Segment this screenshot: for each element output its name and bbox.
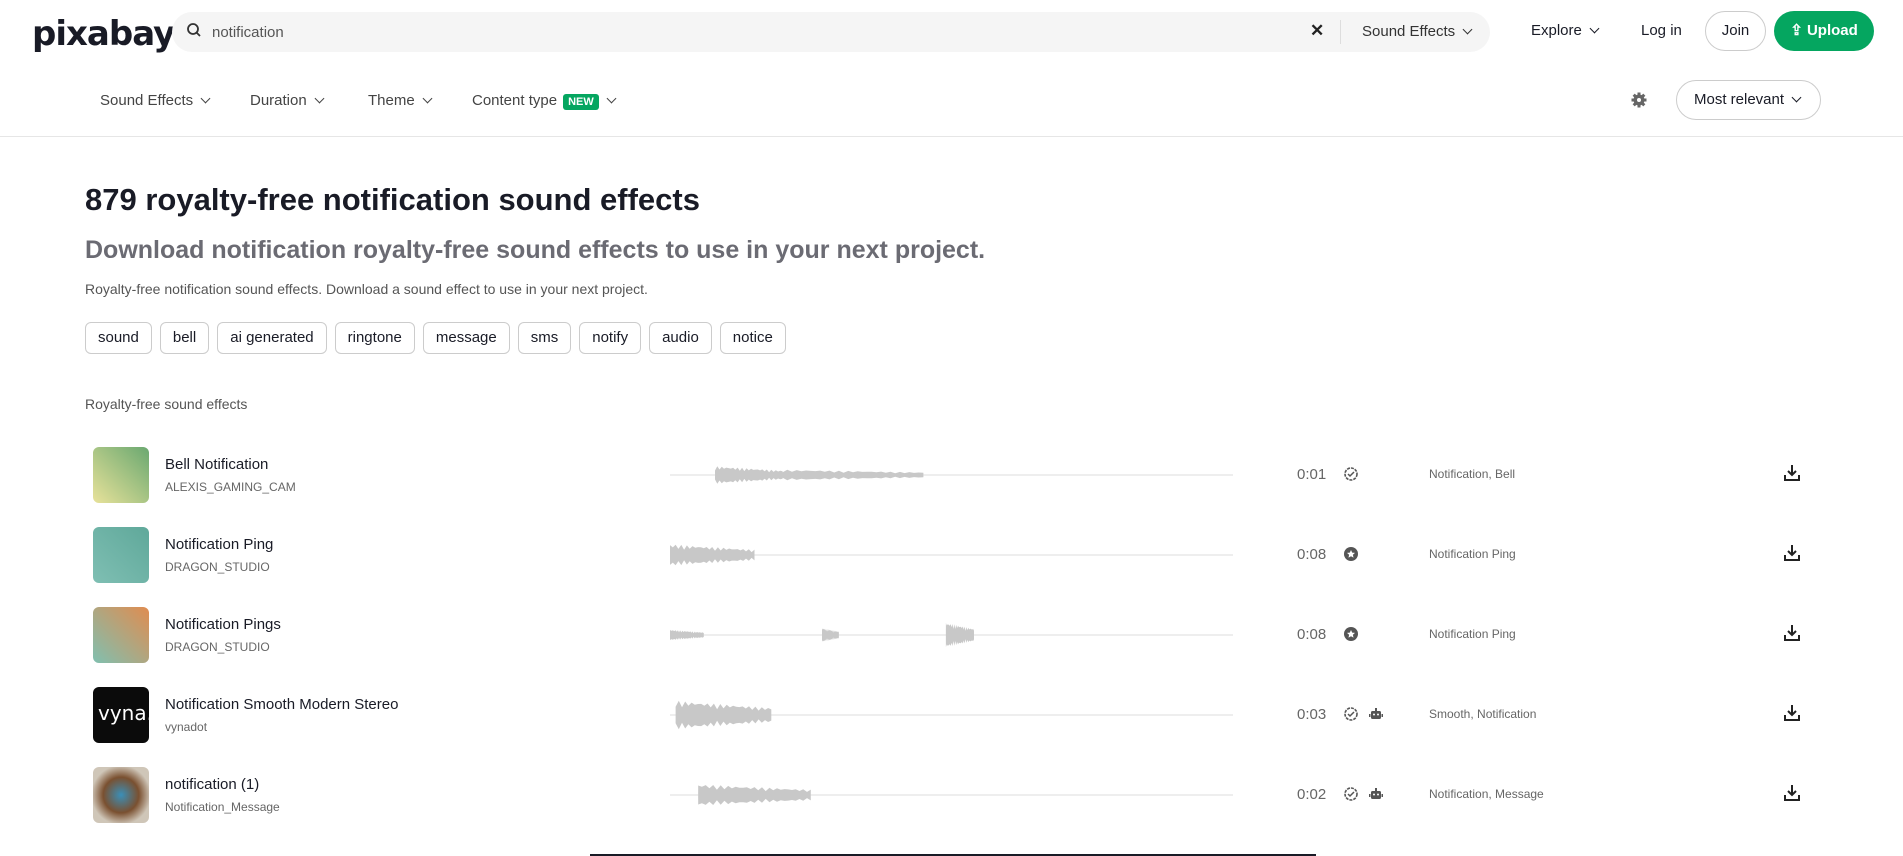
- filter-sound-effects[interactable]: Sound Effects: [100, 92, 211, 109]
- download-icon[interactable]: [1782, 623, 1802, 643]
- track-title[interactable]: Notification Smooth Modern Stereo: [165, 696, 398, 713]
- filter-duration[interactable]: Duration: [250, 92, 325, 109]
- chevron-down-icon: [1462, 24, 1473, 35]
- waveform[interactable]: [670, 615, 1233, 655]
- download-icon[interactable]: [1782, 543, 1802, 563]
- chevron-down-icon: [314, 93, 325, 104]
- page-subtitle: Download notification royalty-free sound…: [85, 236, 986, 264]
- search-bar: ✕ Sound Effects: [172, 12, 1490, 52]
- waveform[interactable]: [670, 455, 1233, 495]
- track-author[interactable]: DRAGON_STUDIO: [165, 560, 270, 574]
- download-icon[interactable]: [1782, 463, 1802, 483]
- track-tags[interactable]: Notification, Message: [1429, 787, 1544, 801]
- track-row[interactable]: Notification Pings DRAGON_STUDIO 0:08 Notif…: [0, 607, 1903, 667]
- track-row[interactable]: vyna. Notification Smooth Modern Stereo vy…: [0, 687, 1903, 747]
- track-title[interactable]: Notification Ping: [165, 536, 273, 553]
- verified-badge-icon: [1343, 706, 1359, 722]
- track-author[interactable]: ALEXIS_GAMING_CAM: [165, 480, 296, 494]
- chevron-down-icon: [606, 93, 617, 104]
- upload-label: Upload: [1806, 22, 1858, 39]
- page-title: 879 royalty-free notification sound effe…: [85, 182, 700, 217]
- verified-badge-icon: [1343, 786, 1359, 802]
- explore-label: Explore: [1531, 22, 1582, 39]
- track-tags[interactable]: Notification Ping: [1429, 627, 1516, 641]
- search-icon: [187, 23, 201, 37]
- sort-dropdown[interactable]: Most relevant: [1676, 80, 1821, 120]
- filter-label: Duration: [250, 92, 307, 109]
- waveform[interactable]: [670, 695, 1233, 735]
- track-row[interactable]: Notification Ping DRAGON_STUDIO 0:08 Notifi…: [0, 527, 1903, 587]
- chevron-down-icon: [1791, 92, 1802, 103]
- explore-menu[interactable]: Explore: [1531, 22, 1600, 39]
- tag-chip[interactable]: audio: [649, 322, 712, 354]
- track-duration: 0:01: [1297, 466, 1327, 483]
- pixabay-logo[interactable]: pixabay: [32, 14, 175, 54]
- tag-chip[interactable]: notify: [579, 322, 642, 354]
- upload-button[interactable]: ⇪ Upload: [1774, 11, 1874, 51]
- chevron-down-icon: [422, 93, 433, 104]
- star-badge-icon: [1343, 546, 1359, 562]
- sort-label: Most relevant: [1694, 91, 1785, 108]
- track-duration: 0:03: [1297, 706, 1327, 723]
- track-duration: 0:08: [1297, 626, 1327, 643]
- ai-robot-icon: [1368, 706, 1384, 722]
- ai-robot-icon: [1368, 786, 1384, 802]
- related-tags: sound bell ai generated ringtone message sms n…: [85, 322, 786, 354]
- new-badge: NEW: [563, 94, 599, 110]
- thumbnail-logo: vyna.: [98, 701, 149, 725]
- track-tags[interactable]: Notification Ping: [1429, 547, 1516, 561]
- tag-chip[interactable]: message: [422, 322, 510, 354]
- search-category-dropdown[interactable]: Sound Effects: [1362, 23, 1473, 40]
- chevron-down-icon: [200, 93, 211, 104]
- track-row[interactable]: Bell Notification ALEXIS_GAMING_CAM 0:01 No…: [0, 447, 1903, 507]
- tag-chip[interactable]: ai generated: [217, 322, 327, 354]
- track-tags[interactable]: Notification, Bell: [1429, 467, 1515, 481]
- gear-icon[interactable]: [1631, 92, 1647, 108]
- filter-label: Sound Effects: [100, 92, 194, 109]
- track-thumbnail[interactable]: [93, 607, 149, 663]
- filter-theme[interactable]: Theme: [368, 92, 433, 109]
- track-duration: 0:02: [1297, 786, 1327, 803]
- waveform[interactable]: [670, 775, 1233, 815]
- tag-chip[interactable]: ringtone: [334, 322, 415, 354]
- join-button[interactable]: Join: [1705, 11, 1766, 51]
- clear-search-icon[interactable]: ✕: [1310, 21, 1324, 41]
- track-thumbnail[interactable]: [93, 527, 149, 583]
- tag-chip[interactable]: bell: [159, 322, 210, 354]
- track-title[interactable]: notification (1): [165, 776, 259, 793]
- section-label: Royalty-free sound effects: [85, 396, 248, 412]
- waveform[interactable]: [670, 535, 1233, 575]
- tag-chip[interactable]: notice: [719, 322, 786, 354]
- verified-badge-icon: [1343, 466, 1359, 482]
- track-row[interactable]: notification (1) Notification_Message 0:02…: [0, 767, 1903, 827]
- tag-chip[interactable]: sound: [85, 322, 152, 354]
- track-title[interactable]: Bell Notification: [165, 456, 268, 473]
- track-author[interactable]: DRAGON_STUDIO: [165, 640, 270, 654]
- track-thumbnail[interactable]: [93, 767, 149, 823]
- filter-content-type[interactable]: Content type NEW: [472, 92, 617, 110]
- track-author[interactable]: vynadot: [165, 720, 207, 734]
- divider: [1340, 20, 1341, 44]
- page-description: Royalty-free notification sound effects.…: [85, 281, 648, 297]
- filter-label: Theme: [368, 92, 415, 109]
- track-duration: 0:08: [1297, 546, 1327, 563]
- download-icon[interactable]: [1782, 703, 1802, 723]
- upload-icon: ⇪: [1790, 22, 1807, 39]
- filter-label: Content type: [472, 92, 558, 109]
- login-link[interactable]: Log in: [1641, 22, 1682, 39]
- track-tags[interactable]: Smooth, Notification: [1429, 707, 1536, 721]
- track-thumbnail[interactable]: [93, 447, 149, 503]
- star-badge-icon: [1343, 626, 1359, 642]
- header-divider: [0, 136, 1903, 137]
- search-input[interactable]: [212, 12, 1212, 52]
- tag-chip[interactable]: sms: [517, 322, 572, 354]
- chevron-down-icon: [1589, 23, 1600, 34]
- download-icon[interactable]: [1782, 783, 1802, 803]
- track-title[interactable]: Notification Pings: [165, 616, 281, 633]
- track-thumbnail[interactable]: vyna.: [93, 687, 149, 743]
- search-category-label: Sound Effects: [1362, 23, 1456, 40]
- track-author[interactable]: Notification_Message: [165, 800, 280, 814]
